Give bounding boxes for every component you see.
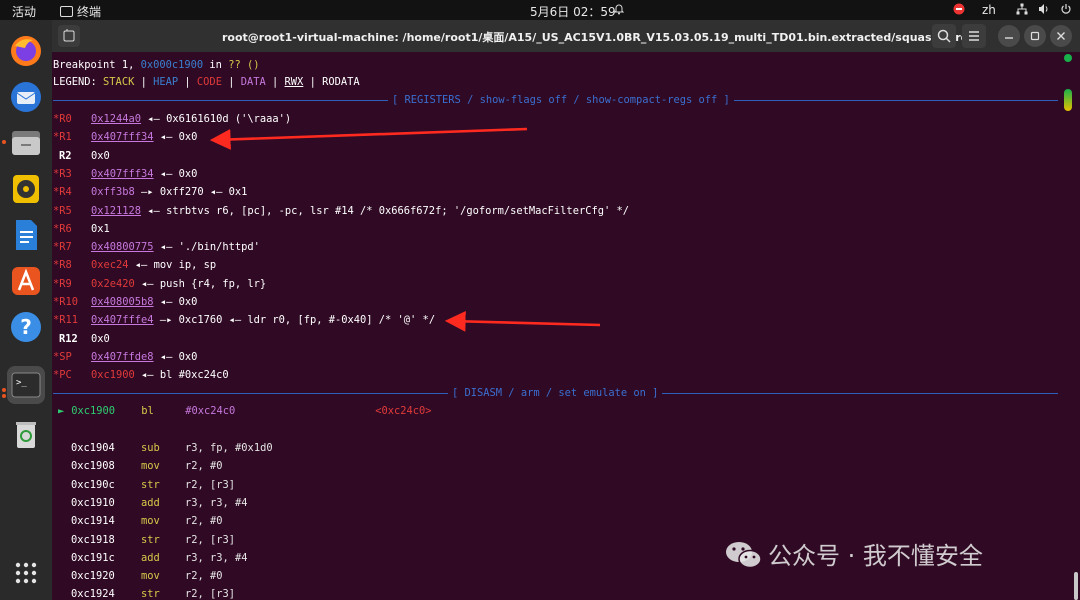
help-icon[interactable]: ?: [7, 308, 45, 346]
trash-icon[interactable]: [7, 416, 45, 454]
terminal-app-label: 终端: [77, 5, 102, 19]
close-button[interactable]: [1050, 25, 1072, 47]
terminal-app-menu[interactable]: 终端: [60, 3, 101, 20]
annotation-arrow-r11: [444, 311, 601, 332]
input-method-indicator[interactable]: zh: [982, 3, 996, 17]
rhythmbox-icon[interactable]: [7, 170, 45, 208]
writer-icon[interactable]: [7, 216, 45, 254]
notification-stop-icon[interactable]: [953, 3, 965, 18]
activities-button[interactable]: 活动: [12, 3, 36, 20]
menu-button[interactable]: [962, 24, 986, 48]
show-apps-icon[interactable]: [7, 554, 45, 592]
firefox-icon[interactable]: [7, 32, 45, 70]
dock: ? >_: [0, 20, 52, 600]
minimize-button[interactable]: [998, 25, 1020, 47]
running-indicator: [2, 140, 6, 144]
running-indicator: [2, 388, 6, 392]
hamburger-menu-icon: [969, 31, 979, 41]
alarm-icon: [613, 3, 625, 18]
svg-text:?: ?: [20, 315, 32, 339]
window-title: root@root1-virtual-machine: /home/root1/…: [222, 31, 982, 44]
running-indicator: [2, 394, 6, 398]
maximize-button[interactable]: [1024, 25, 1046, 47]
close-icon: [1057, 32, 1065, 40]
volume-icon[interactable]: [1038, 3, 1050, 18]
clock[interactable]: 5月6日 02：59: [530, 3, 616, 20]
app-center-icon[interactable]: [7, 262, 45, 300]
new-tab-button[interactable]: [58, 25, 80, 47]
power-icon[interactable]: [1060, 3, 1072, 18]
terminal-titlebar: root@root1-virtual-machine: /home/root1/…: [52, 20, 1080, 52]
search-button[interactable]: [932, 24, 956, 48]
minimize-icon: [1005, 37, 1013, 39]
network-icon[interactable]: [1016, 3, 1028, 18]
terminal-dock-icon[interactable]: >_: [7, 366, 45, 404]
new-tab-icon: [63, 29, 75, 42]
svg-text:>_: >_: [16, 378, 27, 388]
maximize-icon: [1030, 31, 1040, 41]
thunderbird-icon[interactable]: [7, 78, 45, 116]
search-icon: [937, 29, 951, 43]
annotation-arrow-r1: [209, 127, 528, 150]
system-top-bar: 活动 终端 5月6日 02：59 zh: [0, 0, 1080, 20]
annotation-arrows: [209, 127, 601, 332]
terminal-app-icon: [60, 6, 73, 17]
terminal-output[interactable]: Breakpoint 1, 0x000c1900 in ?? () LEGEND…: [52, 52, 1080, 600]
files-icon[interactable]: [7, 124, 45, 162]
